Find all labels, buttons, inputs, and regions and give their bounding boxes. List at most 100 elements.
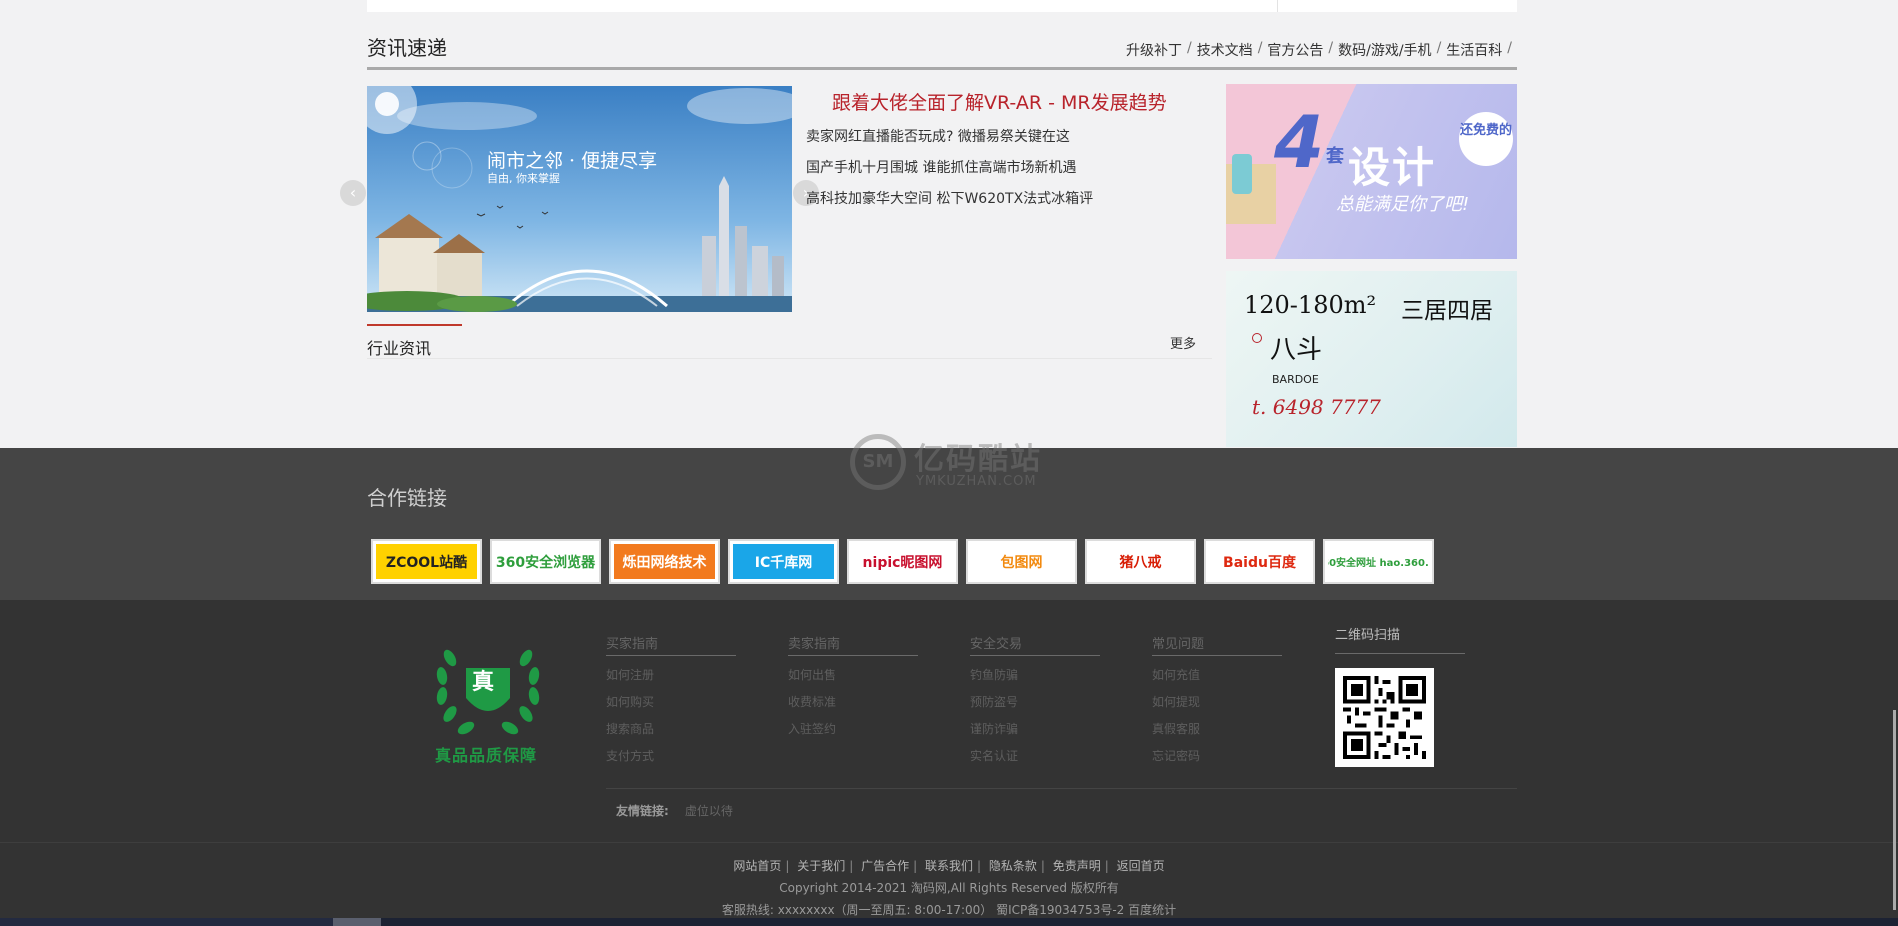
footer-link[interactable]: 入驻签约 [788, 720, 918, 737]
bottom-link[interactable]: 返回首页 [1117, 859, 1165, 873]
category-link[interactable]: 生活百科 [1446, 40, 1502, 60]
column-title: 常见问题 [1152, 633, 1282, 656]
column-title: 买家指南 [606, 633, 736, 656]
qr-code [1335, 668, 1434, 767]
partner-logo-label: 烁田网络技术 [614, 544, 715, 579]
footer-link[interactable]: 忘记密码 [1152, 747, 1282, 764]
slider-prev-arrow[interactable]: ‹ [340, 180, 366, 206]
separator: / [1186, 40, 1192, 56]
bottom-nav-links: 网站首页 | 关于我们 | 广告合作 | 联系我们 | 隐私条款 | 免责声明 | 返回首页 [0, 857, 1898, 874]
partner-logo-label: nipic昵图网 [852, 544, 953, 579]
footer-column-faq: 常见问题 如何充值 如何提现 真假客服 忘记密码 [1152, 633, 1282, 764]
footer-link[interactable]: 如何购买 [606, 693, 736, 710]
footer-link[interactable]: 如何充值 [1152, 666, 1282, 683]
ad1-tao: 套 [1326, 146, 1344, 167]
footer-link[interactable]: 实名认证 [970, 747, 1100, 764]
ad-banner-design[interactable]: 4 套 设计 总能满足你了吧! 还免费的 [1226, 84, 1517, 259]
more-link[interactable]: 更多 [1170, 333, 1196, 352]
separator: | [977, 859, 982, 873]
category-link[interactable]: 技术文档 [1197, 40, 1253, 60]
taskbar-button[interactable] [333, 918, 381, 926]
seal-caption: 真品品质保障 [435, 746, 538, 765]
separator: | [1040, 859, 1045, 873]
ad1-title: 设计 [1348, 143, 1437, 192]
ad2-rooms: 三居四居 [1401, 298, 1493, 324]
separator: / [1507, 40, 1512, 56]
taskbar-section [0, 918, 333, 926]
divider [606, 788, 1517, 789]
friend-links-label: 友情链接: [616, 804, 669, 818]
news-headline-link[interactable]: 跟着大佬全面了解VR-AR - MR发展趋势 [832, 88, 1167, 115]
watermark-subtext: YMKUZHAN.COM [916, 474, 1037, 489]
partner-logo-link[interactable]: IC千库网 [728, 539, 839, 584]
partner-logo-link[interactable]: Baidu百度 [1204, 539, 1315, 584]
ad1-subtitle: 总能满足你了吧! [1336, 194, 1470, 215]
footer-link[interactable]: 谨防诈骗 [970, 720, 1100, 737]
category-link[interactable]: 升级补丁 [1126, 40, 1182, 60]
separator: | [785, 859, 790, 873]
ad2-area: 120-180m² [1244, 291, 1377, 319]
watermark-logo-icon: SM [850, 434, 906, 490]
column-title: 卖家指南 [788, 633, 918, 656]
footer-link[interactable]: 支付方式 [606, 747, 736, 764]
partner-logo-link[interactable]: 360安全网址 hao.360.cn [1323, 539, 1434, 584]
partner-logo-link[interactable]: ZCOOL站酷 [371, 539, 482, 584]
news-item-link[interactable]: 国产手机十月围城 谁能抓住高端市场新机遇 [806, 157, 1076, 177]
slider-subline: 自由, 你来掌握 [487, 172, 560, 185]
bottom-link[interactable]: 免责声明 [1053, 859, 1101, 873]
separator: / [1436, 40, 1442, 56]
divider [0, 842, 1898, 843]
footer-column-safety: 安全交易 钓鱼防骗 预防盗号 谨防诈骗 实名认证 [970, 633, 1100, 764]
news-item-link[interactable]: 卖家网红直播能否玩成? 微播易祭关键在这 [806, 126, 1070, 146]
partner-logo-link[interactable]: 猪八戒 [1085, 539, 1196, 584]
os-taskbar [0, 918, 1898, 926]
separator: / [1257, 40, 1263, 56]
footer-link[interactable]: 预防盗号 [970, 693, 1100, 710]
footer-link[interactable]: 收费标准 [788, 693, 918, 710]
watermark-text: 亿码酷站 [914, 442, 1042, 477]
category-link[interactable]: 数码/游戏/手机 [1338, 40, 1431, 60]
page-scrollbar[interactable] [1893, 710, 1896, 910]
bottom-link[interactable]: 隐私条款 [989, 859, 1037, 873]
site-footer: 真 真品品质保障 买家指南 如何注册 如何购买 搜索商品 支付方式 卖家指南 如… [0, 600, 1898, 926]
section-title: 资讯速递 [367, 36, 447, 60]
footer-link[interactable]: 钓鱼防骗 [970, 666, 1100, 683]
partner-logo-link[interactable]: 烁田网络技术 [609, 539, 720, 584]
bottom-link[interactable]: 广告合作 [861, 859, 909, 873]
partner-logo-link[interactable]: 包图网 [966, 539, 1077, 584]
ad-banner-real-estate[interactable]: 120-180m² 三居四居 八斗 BARDOE t. 6498 7777 [1226, 271, 1517, 447]
partner-logo-label: 猪八戒 [1090, 544, 1191, 579]
news-slider-image[interactable]: 闹市之邻 · 便捷尽享 自由, 你来掌握 [367, 86, 792, 312]
partner-logo-label: ZCOOL站酷 [376, 544, 477, 579]
ad2-brand-en: BARDOE [1272, 373, 1319, 386]
bottom-link[interactable]: 联系我们 [925, 859, 973, 873]
footer-link[interactable]: 真假客服 [1152, 720, 1282, 737]
ad1-badge: 还免费的 [1459, 112, 1513, 166]
news-item-link[interactable]: 高科技加豪华大空间 松下W620TX法式冰箱评 [806, 188, 1093, 208]
separator: | [913, 859, 918, 873]
hotline-text: 客服热线: xxxxxxxx（周一至周五: 8:00-17:00） 蜀ICP备1… [721, 903, 1177, 917]
bottom-link[interactable]: 网站首页 [733, 859, 781, 873]
category-links: 升级补丁 / 技术文档 / 官方公告 / 数码/游戏/手机 / 生活百科 / [1126, 40, 1517, 60]
footer-link[interactable]: 搜索商品 [606, 720, 736, 737]
site-watermark: SM 亿码酷站 YMKUZHAN.COM [850, 434, 1050, 494]
friend-link[interactable]: 虚位以待 [685, 804, 733, 818]
bottom-link[interactable]: 关于我们 [797, 859, 845, 873]
partner-logo-label: 360安全网址 hao.360.cn [1328, 544, 1429, 579]
footer-link[interactable]: 如何出售 [788, 666, 918, 683]
separator: / [1328, 40, 1334, 56]
copyright-text: Copyright 2014-2021 淘码网,All Rights Reser… [779, 881, 1119, 895]
footer-column-buyer: 买家指南 如何注册 如何购买 搜索商品 支付方式 [606, 633, 736, 764]
tab-industry-news[interactable]: 行业资讯 [367, 335, 431, 359]
partner-logo-link[interactable]: 360安全浏览器 [490, 539, 601, 584]
category-link[interactable]: 官方公告 [1267, 40, 1323, 60]
partner-logo-link[interactable]: nipic昵图网 [847, 539, 958, 584]
footer-link[interactable]: 如何提现 [1152, 693, 1282, 710]
footer-link[interactable]: 如何注册 [606, 666, 736, 683]
partner-logo-label: Baidu百度 [1209, 544, 1310, 579]
partner-logo-label: 360安全浏览器 [495, 544, 596, 579]
top-panel-strip [367, 0, 1517, 12]
divider [1277, 0, 1278, 12]
ad2-phone: t. 6498 7777 [1252, 395, 1381, 419]
friend-links: 友情链接: 虚位以待 [616, 802, 733, 819]
